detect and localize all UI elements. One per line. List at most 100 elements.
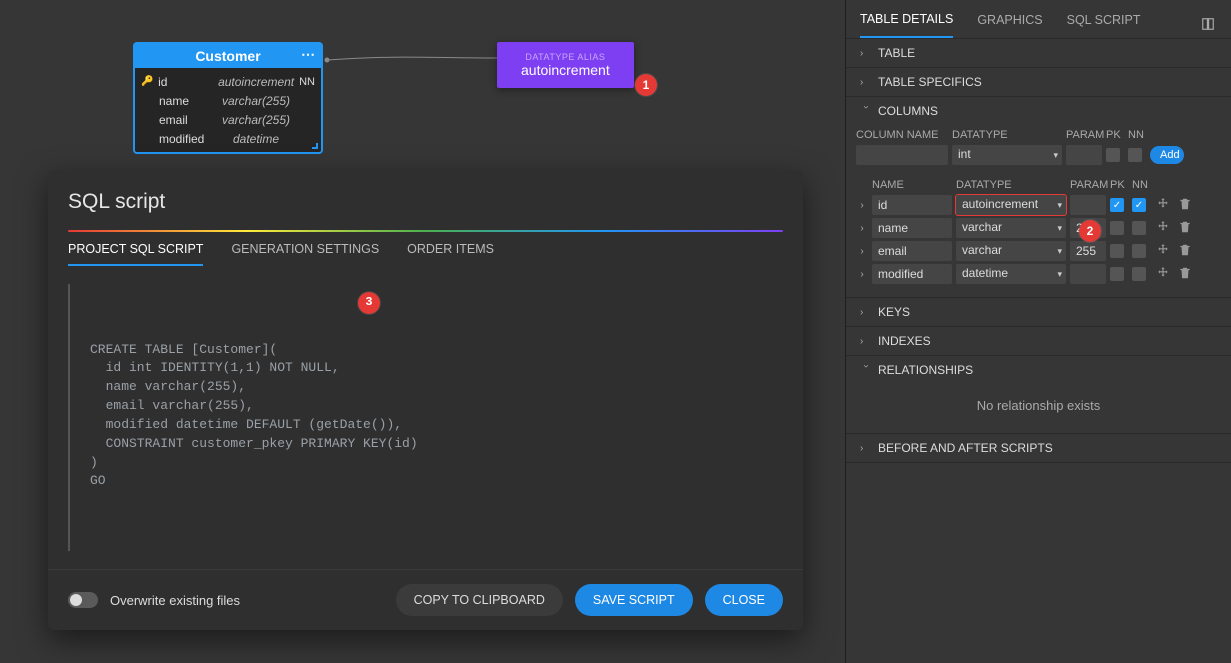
new-column-name-input[interactable] — [856, 145, 948, 165]
section-header-before-after[interactable]: ›BEFORE AND AFTER SCRIPTS — [846, 434, 1231, 462]
delete-icon[interactable] — [1176, 243, 1194, 260]
copy-to-clipboard-button[interactable]: COPY TO CLIPBOARD — [396, 584, 563, 616]
entity-title-text: Customer — [195, 48, 260, 64]
entity-title[interactable]: Customer ⋯ — [135, 44, 321, 68]
entity-column-row[interactable]: 🔑idautoincrementNN — [141, 72, 315, 91]
entity-column-name: modified — [159, 132, 219, 146]
section-header-relationships[interactable]: ›RELATIONSHIPS — [846, 356, 1231, 384]
diagram-canvas[interactable]: Customer ⋯ 🔑idautoincrementNNnamevarchar… — [0, 0, 845, 663]
column-param-input[interactable] — [1070, 195, 1106, 215]
save-script-button[interactable]: SAVE SCRIPT — [575, 584, 693, 616]
close-button[interactable]: CLOSE — [705, 584, 783, 616]
entity-column-name: email — [159, 113, 219, 127]
datatype-alias-card[interactable]: DATATYPE ALIAS autoincrement — [497, 42, 634, 88]
new-column-row: int▾ Add — [856, 145, 1221, 165]
overwrite-toggle[interactable] — [68, 592, 98, 608]
column-row: › varchar▾ — [856, 218, 1221, 238]
tab-project-sql-script[interactable]: PROJECT SQL SCRIPT — [68, 242, 203, 266]
section-header-indexes[interactable]: ›INDEXES — [846, 327, 1231, 355]
add-column-button[interactable]: Add — [1150, 146, 1184, 164]
delete-icon[interactable] — [1176, 220, 1194, 237]
move-icon[interactable] — [1154, 197, 1172, 214]
section-header-table[interactable]: ›TABLE — [846, 39, 1231, 67]
column-pk-checkbox[interactable] — [1110, 267, 1124, 281]
sql-code-text: CREATE TABLE [Customer]( id int IDENTITY… — [76, 341, 775, 492]
sql-code-area[interactable]: CREATE TABLE [Customer]( id int IDENTITY… — [48, 266, 803, 569]
expand-row-icon[interactable]: › — [856, 269, 868, 280]
section-relationships: ›RELATIONSHIPS No relationship exists — [846, 356, 1231, 434]
entity-column-row[interactable]: namevarchar(255) — [141, 91, 315, 110]
chevron-down-icon: ▾ — [1057, 200, 1062, 211]
entity-column-row[interactable]: modifieddatetime — [141, 129, 315, 148]
section-header-columns[interactable]: ›COLUMNS — [846, 97, 1231, 125]
column-datatype-select[interactable]: autoincrement▾ — [956, 195, 1066, 215]
sql-tabs: PROJECT SQL SCRIPT GENERATION SETTINGS O… — [48, 232, 803, 266]
column-row: › autoincrement▾ ✓ ✓ — [856, 195, 1221, 215]
new-column-param-input[interactable] — [1066, 145, 1102, 165]
alias-name: autoincrement — [521, 62, 610, 78]
expand-row-icon[interactable]: › — [856, 200, 868, 211]
column-name-input[interactable] — [872, 195, 952, 215]
section-header-table-specifics[interactable]: ›TABLE SPECIFICS — [846, 68, 1231, 96]
chevron-right-icon: › — [860, 77, 872, 88]
chevron-down-icon: ▾ — [1057, 269, 1062, 280]
chevron-right-icon: › — [860, 307, 872, 318]
column-pk-checkbox[interactable] — [1110, 221, 1124, 235]
resize-handle-icon[interactable] — [312, 143, 318, 149]
column-name-input[interactable] — [872, 241, 952, 261]
section-columns: ›COLUMNS COLUMN NAME DATATYPE PARAM PK N… — [846, 97, 1231, 298]
annotation-badge-2: 2 — [1079, 220, 1101, 242]
column-nn-checkbox[interactable] — [1132, 221, 1146, 235]
entity-menu-icon[interactable]: ⋯ — [301, 46, 315, 63]
entity-table-customer[interactable]: Customer ⋯ 🔑idautoincrementNNnamevarchar… — [133, 42, 323, 154]
panel-layout-icon[interactable] — [1201, 17, 1217, 33]
chevron-down-icon: ▾ — [1057, 246, 1062, 257]
column-nn-checkbox[interactable]: ✓ — [1132, 198, 1146, 212]
new-column-nn-checkbox[interactable] — [1128, 148, 1142, 162]
chevron-down-icon: ▾ — [1053, 150, 1058, 161]
delete-icon[interactable] — [1176, 197, 1194, 214]
chevron-down-icon: ▾ — [1057, 223, 1062, 234]
new-column-datatype-select[interactable]: int▾ — [952, 145, 1062, 165]
move-icon[interactable] — [1154, 243, 1172, 260]
section-before-after-scripts: ›BEFORE AND AFTER SCRIPTS — [846, 434, 1231, 463]
new-column-header: COLUMN NAME DATATYPE PARAM PK NN — [856, 129, 1221, 141]
annotation-badge-1: 1 — [635, 74, 657, 96]
column-row: › varchar▾ — [856, 241, 1221, 261]
move-icon[interactable] — [1154, 220, 1172, 237]
chevron-down-icon: › — [861, 364, 872, 376]
relationships-empty-msg: No relationship exists — [856, 388, 1221, 423]
sql-panel-title: SQL script — [48, 170, 803, 230]
column-datatype-select[interactable]: varchar▾ — [956, 241, 1066, 261]
section-table-specifics: ›TABLE SPECIFICS — [846, 68, 1231, 97]
tab-sql-script[interactable]: SQL SCRIPT — [1067, 13, 1141, 37]
column-nn-checkbox[interactable] — [1132, 244, 1146, 258]
expand-row-icon[interactable]: › — [856, 223, 868, 234]
section-header-keys[interactable]: ›KEYS — [846, 298, 1231, 326]
column-param-input[interactable] — [1070, 241, 1106, 261]
tab-generation-settings[interactable]: GENERATION SETTINGS — [231, 242, 379, 266]
new-column-pk-checkbox[interactable] — [1106, 148, 1120, 162]
tab-graphics[interactable]: GRAPHICS — [977, 13, 1042, 37]
tab-table-details[interactable]: TABLE DETAILS — [860, 12, 953, 38]
column-param-input[interactable] — [1070, 264, 1106, 284]
column-nn-checkbox[interactable] — [1132, 267, 1146, 281]
delete-icon[interactable] — [1176, 266, 1194, 283]
overwrite-label: Overwrite existing files — [110, 593, 240, 608]
entity-column-row[interactable]: emailvarchar(255) — [141, 110, 315, 129]
entity-column-datatype: varchar(255) — [219, 94, 293, 108]
column-name-input[interactable] — [872, 264, 952, 284]
column-pk-checkbox[interactable]: ✓ — [1110, 198, 1124, 212]
entity-column-datatype: autoincrement — [218, 75, 294, 89]
entity-column-name: name — [159, 94, 219, 108]
expand-row-icon[interactable]: › — [856, 246, 868, 257]
move-icon[interactable] — [1154, 266, 1172, 283]
tab-order-items[interactable]: ORDER ITEMS — [407, 242, 494, 266]
column-name-input[interactable] — [872, 218, 952, 238]
annotation-badge-3: 3 — [358, 292, 380, 314]
section-indexes: ›INDEXES — [846, 327, 1231, 356]
column-datatype-select[interactable]: varchar▾ — [956, 218, 1066, 238]
column-pk-checkbox[interactable] — [1110, 244, 1124, 258]
column-row: › datetime▾ — [856, 264, 1221, 284]
column-datatype-select[interactable]: datetime▾ — [956, 264, 1066, 284]
